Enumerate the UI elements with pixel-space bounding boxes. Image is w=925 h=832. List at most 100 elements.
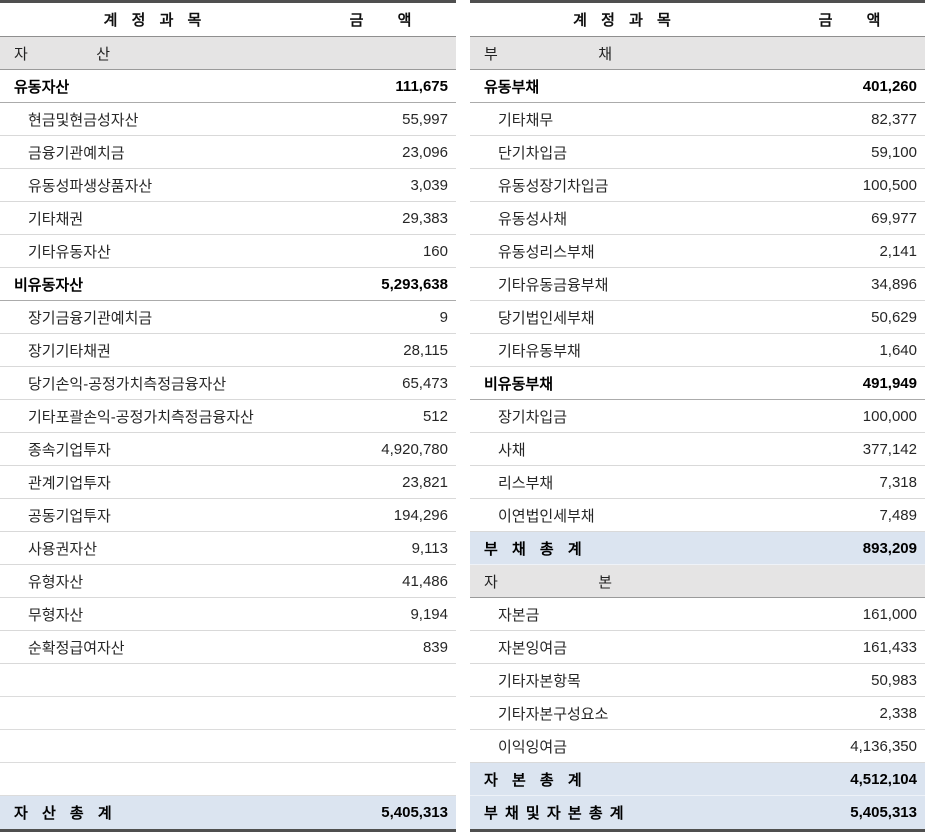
table-header-row: 계 정 과 목 금 액: [470, 3, 925, 37]
amount-value: 69,977: [871, 210, 925, 227]
account-label: 리스부채: [470, 472, 553, 493]
account-label: 순확정급여자산: [0, 637, 125, 658]
section-label: 자산: [14, 43, 110, 64]
account-label: 유동성사채: [470, 208, 567, 229]
table-row-item: 기타유동부채1,640: [470, 334, 925, 367]
account-label: 종속기업투자: [0, 439, 111, 460]
table-row-item: 현금및현금성자산55,997: [0, 103, 456, 136]
account-label: 기타포괄손익-공정가치측정금융자산: [0, 406, 254, 427]
account-label: 기타채무: [470, 109, 553, 130]
table-row-item: 당기손익-공정가치측정금융자산 65,473: [0, 367, 456, 400]
account-label: 관계기업투자: [0, 472, 111, 493]
table-header-row: 계 정 과 목 금 액: [0, 3, 456, 37]
assets-table: 계 정 과 목 금 액 자산유동자산111,675현금및현금성자산55,997 금…: [0, 0, 456, 832]
amount-value: 41,486: [402, 573, 456, 590]
account-label: 비유동자산: [0, 274, 83, 295]
account-label: 유동자산: [0, 76, 69, 97]
table-row-item: 기타유동자산 160: [0, 235, 456, 268]
amount-value: 491,949: [863, 375, 925, 392]
amount-value: 7,489: [879, 507, 925, 524]
account-label: 부 채 및 자 본 총 계: [470, 802, 624, 823]
table-body: 부채유동부채401,260기타채무82,377단기차입금59,100유동성장기차…: [470, 37, 925, 829]
table-row-item: 이연법인세부채 7,489: [470, 499, 925, 532]
table-row-item: 리스부채 7,318: [470, 466, 925, 499]
amount-value: 161,433: [863, 639, 925, 656]
table-row-item: 무형자산 9,194: [0, 598, 456, 631]
account-label: 자본잉여금: [470, 637, 567, 658]
account-label: 이연법인세부채: [470, 505, 595, 526]
account-label: 이익잉여금: [470, 736, 567, 757]
table-row-item: 기타자본구성요소2,338: [470, 697, 925, 730]
table-row-item: 유동성리스부채2,141: [470, 235, 925, 268]
table-row-item: 유동성파생상품자산3,039: [0, 169, 456, 202]
account-label: 무형자산: [0, 604, 83, 625]
table-row-item: 관계기업투자 23,821: [0, 466, 456, 499]
table-row-item: 이익잉여금 4,136,350: [470, 730, 925, 763]
account-label: 유동성리스부채: [470, 241, 595, 262]
header-amount: 금 액: [306, 9, 456, 30]
amount-value: 50,983: [871, 672, 925, 689]
account-label: 기타유동자산: [0, 241, 111, 262]
amount-value: 29,383: [402, 210, 456, 227]
table-row-item: 기타포괄손익-공정가치측정금융자산 512: [0, 400, 456, 433]
amount-value: 9,194: [410, 606, 456, 623]
table-row-group: 유동자산111,675: [0, 70, 456, 103]
amount-value: 50,629: [871, 309, 925, 326]
section-char-right: 채: [598, 43, 612, 64]
table-row-item: 종속기업투자 4,920,780: [0, 433, 456, 466]
table-body: 자산유동자산111,675현금및현금성자산55,997금융기관예치금23,096…: [0, 37, 456, 829]
table-row-item: 자본금161,000: [470, 598, 925, 631]
header-account: 계 정 과 목: [470, 9, 775, 30]
amount-value: 161,000: [863, 606, 925, 623]
account-label: 비유동부채: [470, 373, 553, 394]
table-row-item: 사용권자산9,113: [0, 532, 456, 565]
account-label: 기타유동금융부채: [470, 274, 608, 295]
table-row-empty: [0, 763, 456, 796]
amount-value: 839: [423, 639, 456, 656]
account-label: 당기손익-공정가치측정금융자산: [0, 373, 226, 394]
table-row-item: 당기법인세부채50,629: [470, 301, 925, 334]
amount-value: 512: [423, 408, 456, 425]
amount-value: 4,136,350: [850, 738, 925, 755]
amount-value: 100,500: [863, 177, 925, 194]
account-label: 유형자산: [0, 571, 83, 592]
account-label: 사채: [470, 439, 526, 460]
account-label: 현금및현금성자산: [0, 109, 138, 130]
table-row-total: 자 본 총 계4,512,104: [470, 763, 925, 796]
table-row-empty: [0, 730, 456, 763]
amount-value: 23,821: [402, 474, 456, 491]
table-row-item: 기타자본항목50,983: [470, 664, 925, 697]
account-label: 장기금융기관예치금: [0, 307, 152, 328]
amount-value: 4,920,780: [381, 441, 456, 458]
amount-value: 4,512,104: [850, 771, 925, 788]
header-amount: 금 액: [775, 9, 925, 30]
account-label: 기타채권: [0, 208, 83, 229]
table-row-item: 사채 377,142: [470, 433, 925, 466]
amount-value: 160: [423, 243, 456, 260]
section-char-left: 자: [484, 571, 498, 592]
amount-value: 5,405,313: [850, 804, 925, 821]
amount-value: 65,473: [402, 375, 456, 392]
account-label: 단기차입금: [470, 142, 567, 163]
table-row-item: 장기차입금100,000: [470, 400, 925, 433]
amount-value: 377,142: [863, 441, 925, 458]
amount-value: 7,318: [879, 474, 925, 491]
section-char-right: 산: [96, 43, 110, 64]
table-row-item: 순확정급여자산 839: [0, 631, 456, 664]
amount-value: 1,640: [879, 342, 925, 359]
table-row-item: 기타채권 29,383: [0, 202, 456, 235]
section-label: 부채: [484, 43, 612, 64]
account-label: 장기차입금: [470, 406, 567, 427]
amount-value: 9,113: [412, 540, 456, 557]
section-char-right: 본: [598, 571, 612, 592]
liabilities-equity-table: 계 정 과 목 금 액 부채유동부채401,260기타채무82,377단기차입금…: [470, 0, 925, 832]
section-char-left: 부: [484, 43, 498, 64]
account-label: 유동부채: [470, 76, 539, 97]
balance-sheet: 계 정 과 목 금 액 자산유동자산111,675현금및현금성자산55,997금…: [0, 0, 925, 832]
table-row-item: 단기차입금59,100: [470, 136, 925, 169]
table-row-item: 기타유동금융부채34,896: [470, 268, 925, 301]
table-row-item: 자본잉여금 161,433: [470, 631, 925, 664]
table-row-section: 자본: [470, 565, 925, 598]
table-row-item: 유동성장기차입금100,500: [470, 169, 925, 202]
table-row-total: 부 채 및 자 본 총 계 5,405,313: [470, 796, 925, 829]
